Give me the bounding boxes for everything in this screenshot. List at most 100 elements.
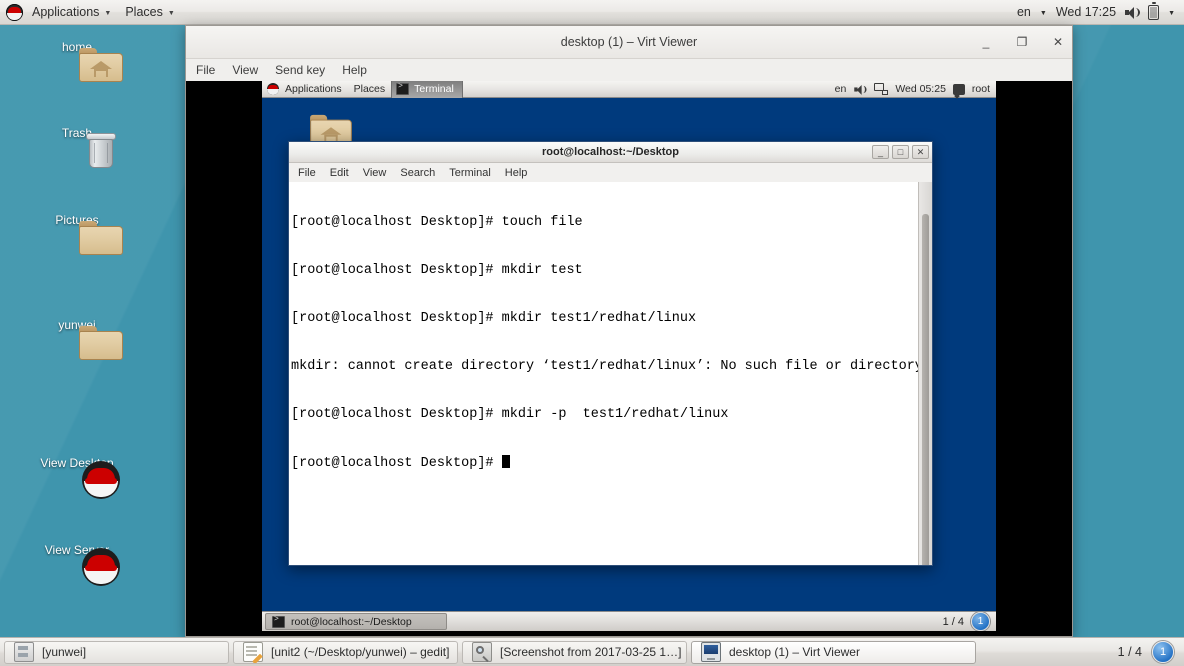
menu-search[interactable]: Search bbox=[400, 167, 435, 179]
desktop-icon-home[interactable]: home bbox=[27, 40, 127, 82]
close-button[interactable]: ✕ bbox=[1050, 35, 1066, 49]
host-top-panel: Applications ▼ Places ▼ en ▼ Wed 17:25 ▼ bbox=[0, 0, 1184, 25]
terminal-window[interactable]: root@localhost:~/Desktop _ □ ✕ File Edit… bbox=[288, 141, 933, 566]
vm-keyboard-layout[interactable]: en bbox=[835, 83, 847, 95]
menu-places[interactable]: Places ▼ bbox=[118, 0, 181, 24]
menu-file[interactable]: File bbox=[196, 63, 215, 77]
terminal-icon bbox=[396, 82, 410, 95]
terminal-icon bbox=[272, 615, 285, 628]
terminal-line: [root@localhost Desktop]# mkdir -p test1… bbox=[291, 407, 729, 422]
vm-window-button-label: Terminal bbox=[414, 83, 454, 95]
menu-help[interactable]: Help bbox=[505, 167, 528, 179]
menu-edit[interactable]: Edit bbox=[330, 167, 349, 179]
menu-applications-label: Applications bbox=[32, 5, 100, 19]
network-icon[interactable] bbox=[874, 83, 889, 95]
maximize-button[interactable]: □ bbox=[892, 145, 909, 159]
taskbar-button-virt-viewer[interactable]: desktop (1) – Virt Viewer bbox=[691, 640, 976, 664]
close-button[interactable]: ✕ bbox=[912, 145, 929, 159]
desktop-icon-yunwei[interactable]: yunwei bbox=[27, 318, 127, 360]
vm-panel-status-area: en Wed 05:25 root bbox=[835, 83, 996, 96]
vm-menu-applications-label: Applications bbox=[285, 83, 342, 95]
menu-applications[interactable]: Applications ▼ bbox=[25, 0, 118, 24]
terminal-menubar: File Edit View Search Terminal Help bbox=[289, 163, 932, 183]
virt-viewer-title: desktop (1) – Virt Viewer bbox=[560, 35, 698, 49]
terminal-scrollbar[interactable] bbox=[918, 182, 932, 565]
virt-viewer-window-controls: _ ❐ ✕ bbox=[978, 26, 1066, 58]
redhat-logo-icon[interactable] bbox=[6, 3, 23, 21]
taskbar-button-screenshot[interactable]: [Screenshot from 2017-03-25 1…] bbox=[462, 640, 687, 664]
maximize-button[interactable]: ❐ bbox=[1014, 35, 1030, 49]
minimize-button[interactable]: _ bbox=[978, 35, 994, 49]
workspace-label: 1 / 4 bbox=[1117, 645, 1142, 659]
chevron-down-icon: ▼ bbox=[1039, 9, 1047, 17]
terminal-line: [root@localhost Desktop]# touch file bbox=[291, 215, 583, 230]
terminal-line: mkdir: cannot create directory ‘test1/re… bbox=[291, 359, 923, 374]
user-icon bbox=[952, 83, 965, 95]
terminal-prompt: [root@localhost Desktop]# bbox=[291, 456, 502, 471]
vm-workspace-switcher[interactable]: 1 / 4 1 bbox=[943, 612, 996, 631]
vm-top-panel: Applications Places Terminal en Wed 05:2… bbox=[262, 81, 996, 98]
chevron-down-icon: ▼ bbox=[167, 9, 175, 17]
battery-icon[interactable] bbox=[1148, 2, 1160, 20]
gedit-icon bbox=[243, 642, 263, 662]
clock[interactable]: Wed 17:25 bbox=[1056, 5, 1116, 19]
terminal-window-controls: _ □ ✕ bbox=[872, 145, 929, 159]
menu-help[interactable]: Help bbox=[342, 63, 367, 77]
terminal-prompt-line: [root@localhost Desktop]# bbox=[291, 455, 918, 471]
taskbar-button-gedit[interactable]: [unit2 (~/Desktop/yunwei) – gedit] bbox=[233, 640, 458, 664]
chevron-down-icon[interactable]: ▼ bbox=[1168, 10, 1175, 17]
monitor-icon bbox=[701, 642, 721, 662]
vm-user-label[interactable]: root bbox=[972, 83, 990, 95]
host-taskbar: [yunwei] [unit2 (~/Desktop/yunwei) – ged… bbox=[0, 637, 1184, 666]
menu-view[interactable]: View bbox=[363, 167, 387, 179]
vm-workspace-badge: 1 bbox=[971, 612, 990, 631]
menu-terminal[interactable]: Terminal bbox=[449, 167, 491, 179]
terminal-title: root@localhost:~/Desktop bbox=[542, 146, 679, 158]
keyboard-layout-indicator[interactable]: en bbox=[1017, 5, 1031, 19]
terminal-line: [root@localhost Desktop]# mkdir test bbox=[291, 263, 583, 278]
vm-desktop: Applications Places Terminal en Wed 05:2… bbox=[262, 81, 996, 631]
workspace-badge: 1 bbox=[1152, 641, 1174, 663]
menu-file[interactable]: File bbox=[298, 167, 316, 179]
minimize-button[interactable]: _ bbox=[872, 145, 889, 159]
terminal-line: [root@localhost Desktop]# mkdir test1/re… bbox=[291, 311, 697, 326]
terminal-text: [root@localhost Desktop]# touch file [ro… bbox=[291, 183, 923, 565]
vm-taskbar-button-label: root@localhost:~/Desktop bbox=[291, 615, 412, 628]
terminal-titlebar[interactable]: root@localhost:~/Desktop _ □ ✕ bbox=[289, 142, 932, 163]
terminal-output-area[interactable]: [root@localhost Desktop]# touch file [ro… bbox=[289, 182, 932, 565]
redhat-logo-icon[interactable] bbox=[267, 83, 279, 95]
vm-clock[interactable]: Wed 05:25 bbox=[895, 83, 946, 95]
desktop-icon-pictures[interactable]: Pictures bbox=[27, 213, 127, 255]
image-viewer-icon bbox=[472, 642, 492, 662]
virt-viewer-titlebar[interactable]: desktop (1) – Virt Viewer _ ❐ ✕ bbox=[186, 26, 1072, 59]
vm-window-button-terminal[interactable]: Terminal bbox=[391, 81, 463, 98]
menu-view[interactable]: View bbox=[232, 63, 258, 77]
taskbar-button-yunwei[interactable]: [yunwei] bbox=[4, 640, 229, 664]
speaker-icon[interactable] bbox=[854, 84, 867, 95]
vm-workspace-label: 1 / 4 bbox=[942, 615, 964, 628]
vm-taskbar-button-terminal[interactable]: root@localhost:~/Desktop bbox=[265, 613, 447, 630]
chevron-down-icon: ▼ bbox=[104, 9, 112, 17]
desktop-icon-view-desktop[interactable]: View Desktop bbox=[27, 456, 127, 499]
host-panel-status-area: en ▼ Wed 17:25 ▼ bbox=[1017, 2, 1184, 20]
vm-menu-places[interactable]: Places bbox=[348, 81, 392, 97]
scrollbar-thumb[interactable] bbox=[922, 214, 929, 565]
virt-viewer-window[interactable]: desktop (1) – Virt Viewer _ ❐ ✕ File Vie… bbox=[185, 25, 1073, 637]
vm-menu-applications[interactable]: Applications bbox=[279, 81, 348, 97]
file-manager-icon bbox=[14, 642, 34, 662]
menu-places-label: Places bbox=[125, 5, 163, 19]
speaker-icon[interactable] bbox=[1125, 6, 1141, 19]
vm-menu-places-label: Places bbox=[353, 83, 386, 95]
desktop-icon-view-server[interactable]: View Server bbox=[27, 543, 127, 586]
desktop-screen: Applications ▼ Places ▼ en ▼ Wed 17:25 ▼… bbox=[0, 0, 1184, 666]
taskbar-button-label: [Screenshot from 2017-03-25 1…] bbox=[500, 645, 682, 659]
host-workspace-switcher[interactable]: 1 / 4 1 bbox=[1118, 641, 1184, 663]
menu-send-key[interactable]: Send key bbox=[275, 63, 325, 77]
terminal-cursor bbox=[501, 455, 510, 468]
virt-viewer-menubar: File View Send key Help bbox=[186, 59, 1072, 81]
taskbar-button-label: desktop (1) – Virt Viewer bbox=[729, 645, 860, 659]
desktop-icon-trash[interactable]: Trash bbox=[27, 126, 127, 168]
vm-bottom-panel: root@localhost:~/Desktop 1 / 4 1 bbox=[262, 611, 996, 631]
taskbar-button-label: [unit2 (~/Desktop/yunwei) – gedit] bbox=[271, 645, 450, 659]
taskbar-button-label: [yunwei] bbox=[42, 645, 87, 659]
